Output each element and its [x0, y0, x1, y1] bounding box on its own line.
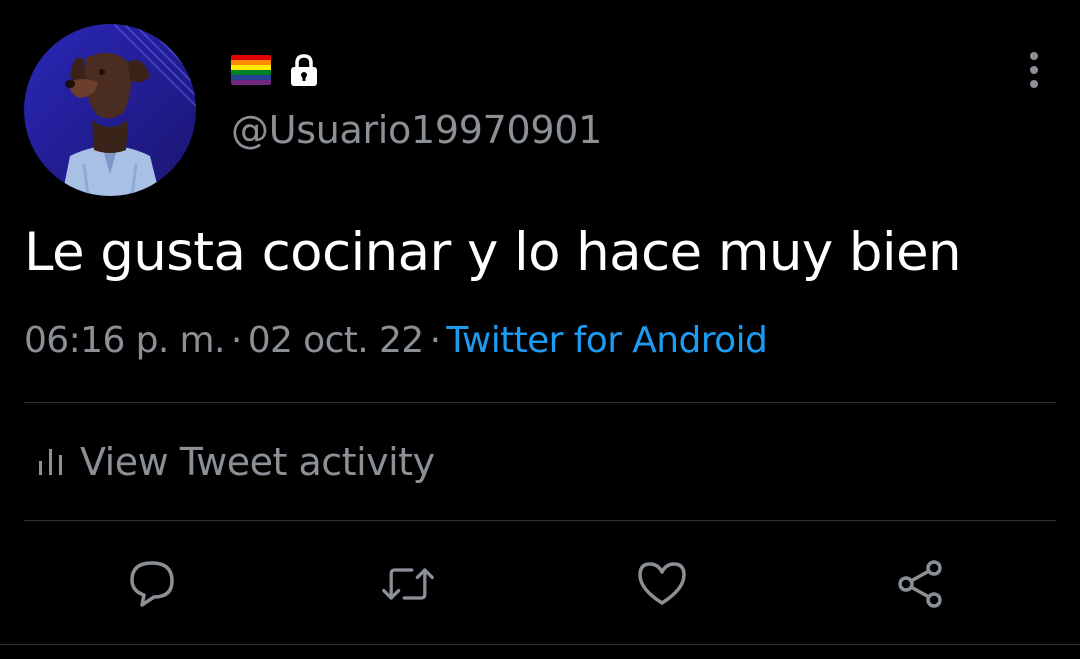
divider	[24, 402, 1056, 403]
retweet-button[interactable]	[380, 556, 436, 612]
user-handle[interactable]: @Usuario19970901	[231, 108, 602, 152]
view-tweet-activity-label: View Tweet activity	[80, 440, 435, 484]
more-vertical-icon[interactable]	[1020, 50, 1048, 90]
share-nodes-icon	[898, 560, 942, 608]
analytics-bars-icon	[36, 443, 66, 481]
reply-bubble-icon	[130, 561, 174, 607]
divider	[0, 644, 1080, 645]
tweet-detail: @Usuario19970901 Le gusta cocinar y lo h…	[0, 0, 1080, 659]
lock-icon	[287, 53, 321, 87]
flag-stripe	[231, 80, 271, 85]
doberman-avatar-icon	[24, 24, 196, 196]
tweet-date[interactable]: 02 oct. 22	[248, 320, 424, 361]
avatar[interactable]	[24, 24, 196, 196]
tweet-time[interactable]: 06:16 p. m.	[24, 320, 225, 361]
divider	[24, 520, 1056, 521]
retweet-arrows-icon	[382, 568, 434, 600]
tweet-text: Le gusta cocinar y lo hace muy bien	[24, 222, 962, 283]
heart-icon	[638, 562, 686, 605]
rainbow-flag-icon	[231, 55, 271, 85]
tweet-source-link[interactable]: Twitter for Android	[446, 320, 767, 361]
view-tweet-activity-button[interactable]: View Tweet activity	[36, 436, 435, 488]
meta-separator: ·	[429, 320, 441, 361]
meta-separator: ·	[230, 320, 242, 361]
reply-button[interactable]	[124, 556, 180, 612]
share-button[interactable]	[894, 556, 950, 612]
like-button[interactable]	[634, 556, 690, 612]
display-name-row	[231, 52, 321, 88]
tweet-meta: 06:16 p. m. · 02 oct. 22 · Twitter for Andro…	[24, 320, 768, 361]
